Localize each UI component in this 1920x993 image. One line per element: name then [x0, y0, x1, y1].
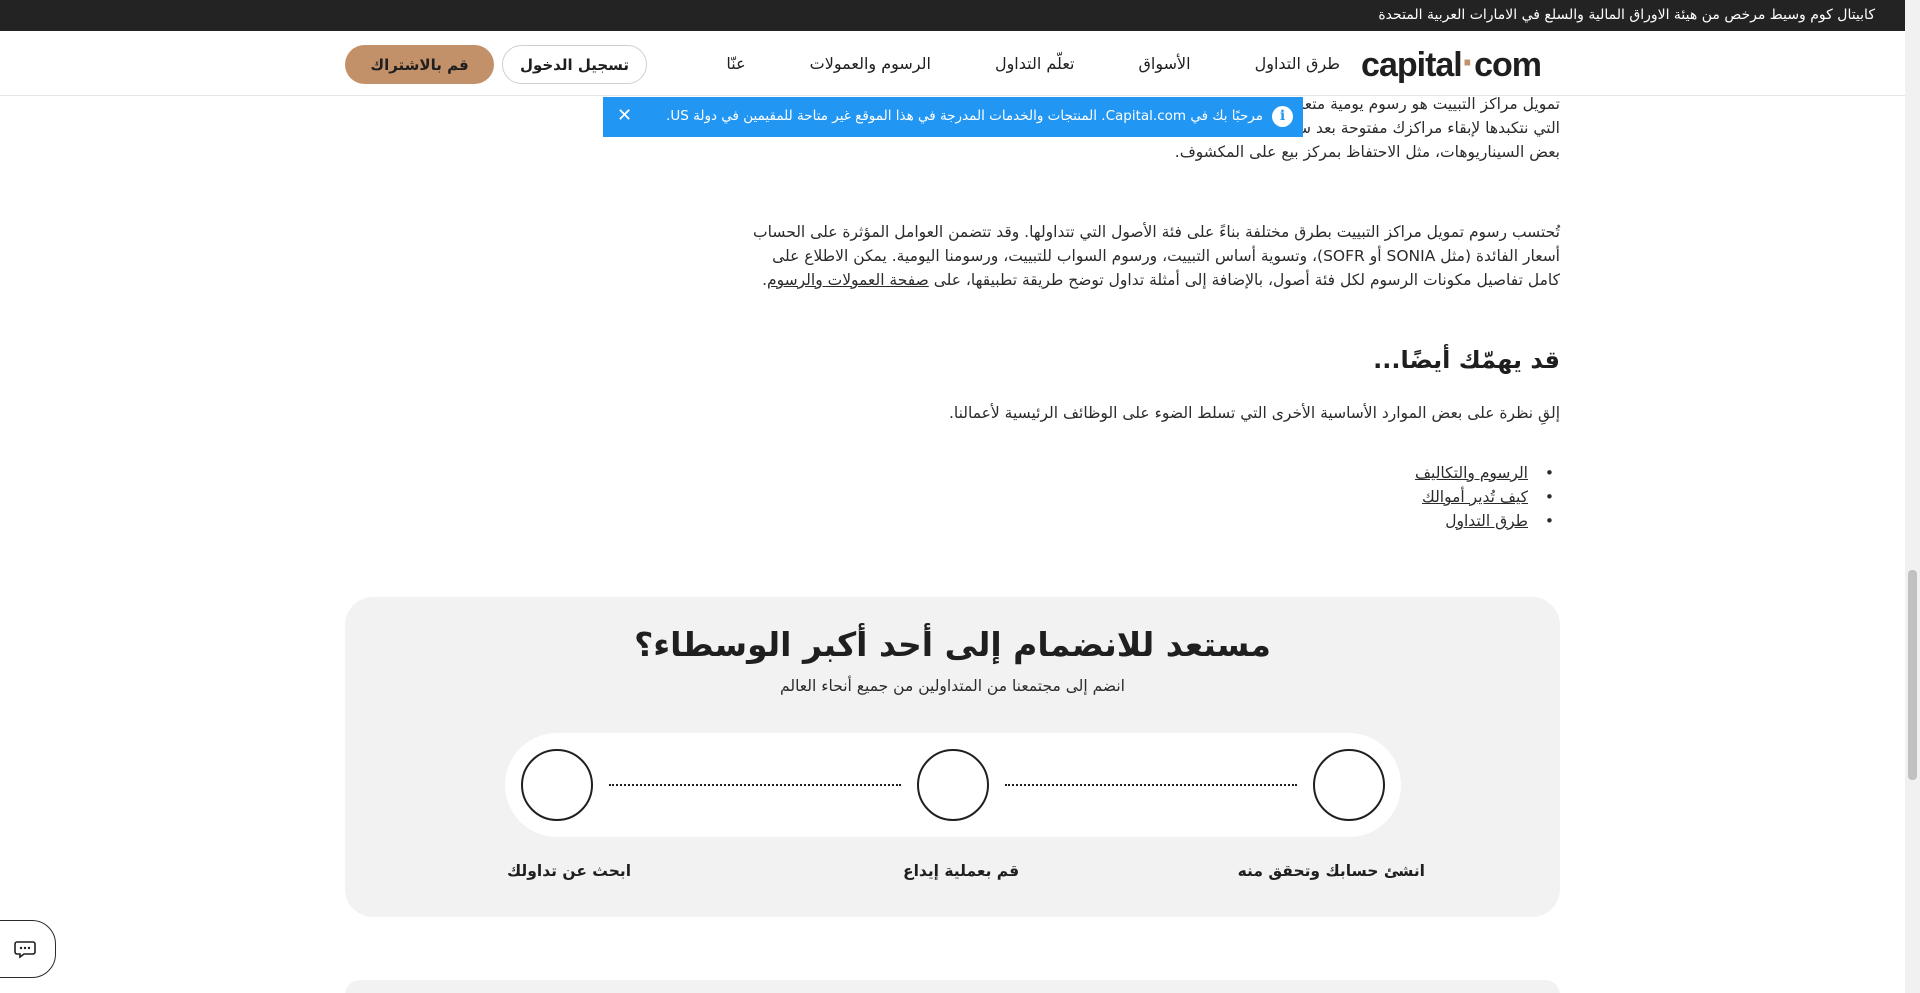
- list-item: كيف تُدير أموالك: [1415, 485, 1560, 509]
- nav-ways-to-trade[interactable]: طرق التداول: [1255, 54, 1340, 73]
- chat-button[interactable]: [0, 920, 56, 978]
- next-section-card: [345, 980, 1560, 993]
- nav-learn-trading[interactable]: تعلّم التداول: [995, 54, 1075, 73]
- cta-subtitle: انضم إلى مجتمعنا من المتداولين من جميع أ…: [780, 677, 1125, 695]
- join-broker-card: مستعد للانضمام إلى أحد أكبر الوسطاء؟ انض…: [345, 597, 1560, 917]
- fees-page-link[interactable]: صفحة العمولات والرسوم: [767, 271, 929, 289]
- step-1-circle: [1313, 749, 1385, 821]
- step-2-label: قم بعملية إيداع: [903, 862, 1020, 880]
- close-icon[interactable]: ✕: [617, 105, 632, 126]
- chat-icon: [14, 941, 36, 959]
- capital-com-logo[interactable]: capital·com: [1361, 43, 1542, 85]
- link-manage-funds[interactable]: كيف تُدير أموالك: [1422, 488, 1528, 506]
- steps-progress-bar: [505, 733, 1401, 837]
- link-ways-to-trade[interactable]: طرق التداول: [1445, 512, 1528, 530]
- region-notice-banner: i مرحبًا بك في Capital.com. المنتجات وال…: [603, 97, 1303, 137]
- step-2-circle: [917, 749, 989, 821]
- regulatory-text: كابيتال كوم وسيط مرخص من هيئة الاوراق ال…: [1378, 7, 1875, 23]
- banner-message: مرحبًا بك في Capital.com. المنتجات والخد…: [666, 108, 1263, 124]
- step-connector: [1005, 784, 1297, 786]
- page-scrollbar[interactable]: [1905, 0, 1920, 993]
- step-3-circle: [521, 749, 593, 821]
- nav-about-us[interactable]: عنّا: [726, 54, 745, 73]
- regulatory-strip: كابيتال كوم وسيط مرخص من هيئة الاوراق ال…: [0, 0, 1905, 31]
- list-item: الرسوم والتكاليف: [1415, 461, 1560, 485]
- info-icon: i: [1272, 106, 1293, 127]
- related-section-title: قد يهمّك أيضًا...: [1373, 346, 1560, 374]
- link-fees-costs[interactable]: الرسوم والتكاليف: [1415, 464, 1528, 482]
- scrollbar-thumb[interactable]: [1908, 570, 1917, 780]
- main-nav: طرق التداول الأسواق تعلّم التداول الرسوم…: [726, 31, 1340, 96]
- step-1-label: انشئ حسابك وتحقق منه: [1237, 862, 1425, 880]
- nav-markets[interactable]: الأسواق: [1138, 54, 1190, 73]
- list-item: طرق التداول: [1415, 509, 1560, 533]
- funding-calculation-paragraph: تُحتسب رسوم تمويل مراكز التبييت بطرق مخت…: [753, 223, 1560, 289]
- cta-title: مستعد للانضمام إلى أحد أكبر الوسطاء؟: [634, 625, 1271, 664]
- step-3-label: ابحث عن تداولك: [507, 862, 632, 880]
- related-links-list: الرسوم والتكاليف كيف تُدير أموالك طرق ال…: [1415, 461, 1560, 533]
- signup-button[interactable]: قم بالاشتراك: [345, 45, 494, 84]
- login-button[interactable]: تسجيل الدخول: [502, 45, 647, 84]
- nav-fees-charges[interactable]: الرسوم والعمولات: [810, 54, 931, 73]
- related-section-intro: إلقِ نظرة على بعض الموارد الأساسية الأخر…: [948, 404, 1560, 422]
- step-connector: [609, 784, 901, 786]
- site-header: capital·com طرق التداول الأسواق تعلّم ال…: [0, 31, 1905, 96]
